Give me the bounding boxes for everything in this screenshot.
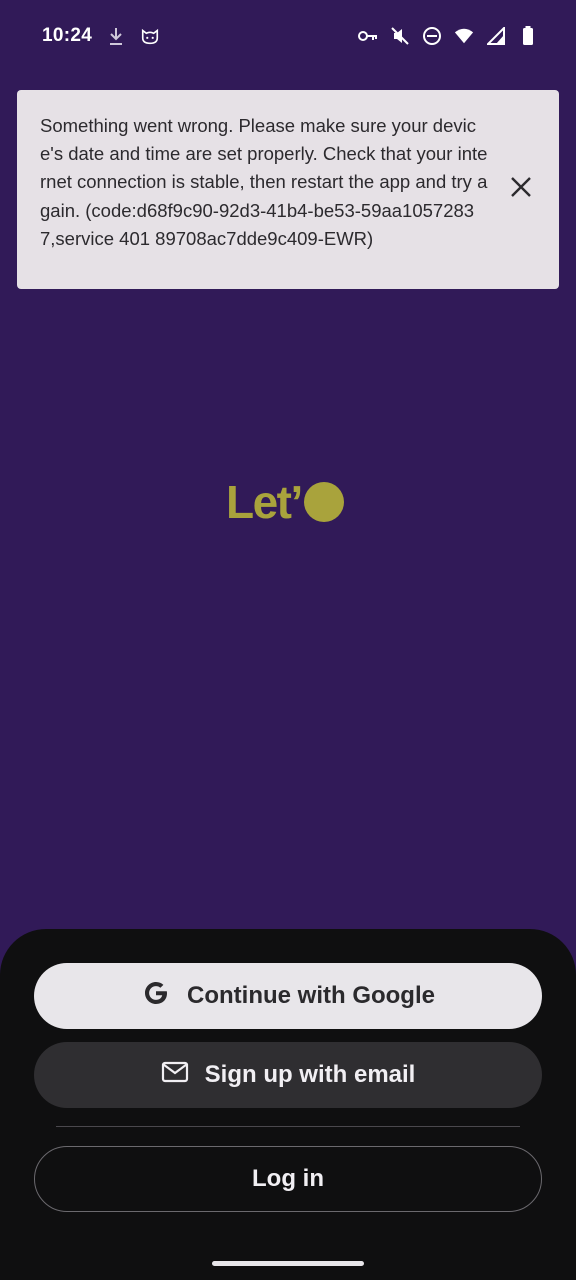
signal-icon xyxy=(486,26,506,46)
close-icon xyxy=(510,176,532,203)
download-icon xyxy=(106,26,126,46)
status-right xyxy=(358,26,538,46)
logo-dot xyxy=(303,482,344,522)
divider xyxy=(56,1126,520,1127)
wifi-icon xyxy=(454,26,474,46)
email-button-label: Sign up with email xyxy=(204,1061,416,1088)
key-icon xyxy=(358,26,378,46)
continue-with-google-button[interactable]: Continue with Google xyxy=(34,963,542,1029)
log-in-button[interactable]: Log in xyxy=(34,1146,542,1212)
mail-icon xyxy=(161,1061,189,1090)
close-button[interactable] xyxy=(503,171,539,207)
status-bar: 10:24 xyxy=(0,0,576,72)
auth-sheet: Continue with Google Sign up with email … xyxy=(0,929,576,1280)
dnd-icon xyxy=(422,26,442,46)
logo-text: Let’ xyxy=(226,476,303,528)
google-button-label: Continue with Google xyxy=(187,982,435,1009)
vibrate-off-icon xyxy=(390,26,410,46)
status-left: 10:24 xyxy=(42,25,160,47)
sign-up-with-email-button[interactable]: Sign up with email xyxy=(34,1042,542,1108)
cat-icon xyxy=(140,26,160,46)
battery-icon xyxy=(518,26,538,46)
login-button-label: Log in xyxy=(252,1165,324,1192)
status-time: 10:24 xyxy=(42,25,93,46)
home-indicator[interactable] xyxy=(212,1261,364,1266)
error-banner: Something went wrong. Please make sure y… xyxy=(17,90,559,289)
google-icon xyxy=(141,978,171,1015)
app-logo: Let’ xyxy=(226,474,344,530)
error-message: Something went wrong. Please make sure y… xyxy=(40,115,488,249)
